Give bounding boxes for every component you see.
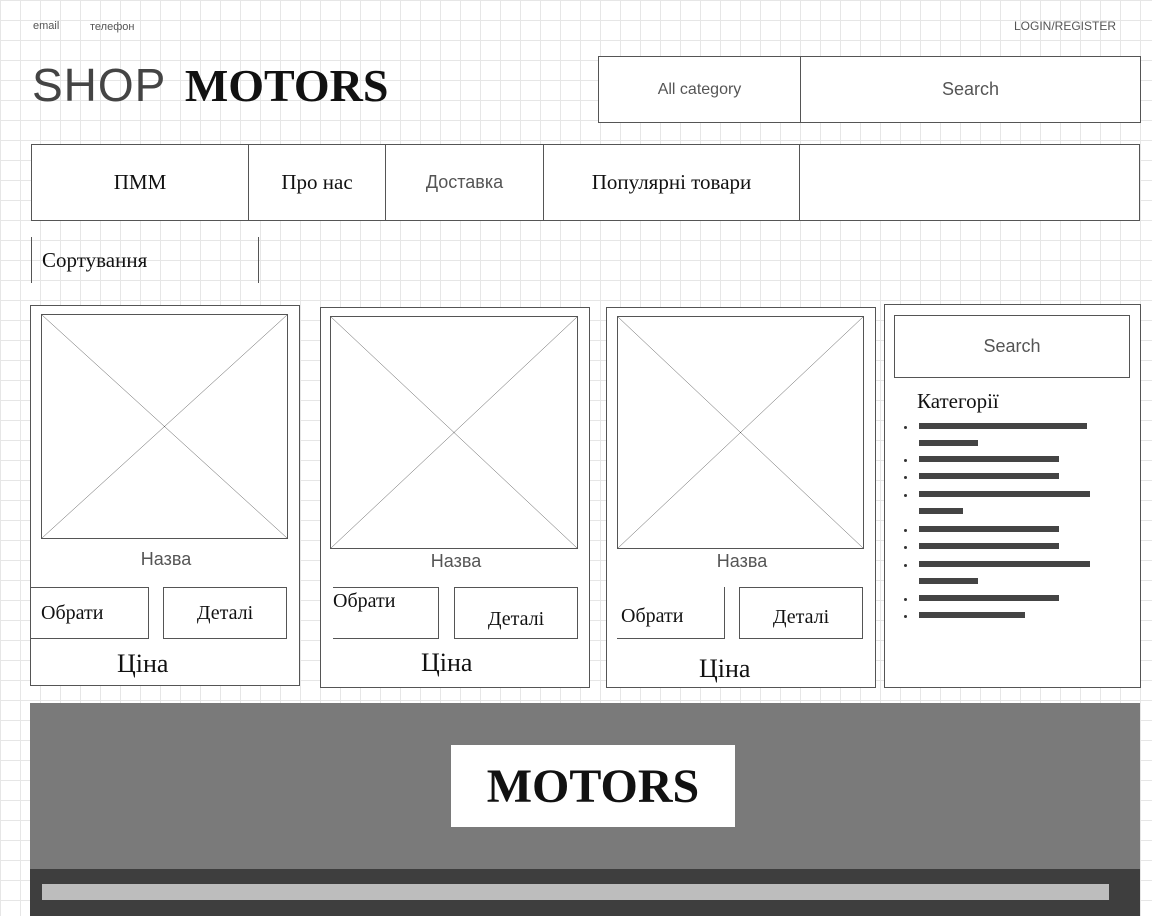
main-nav: ПММ Про нас Доставка Популярні товари [31,144,1140,221]
category-select[interactable]: All category [598,56,801,123]
product-price: Ціна [699,654,751,683]
email-link[interactable]: email [33,20,59,32]
sort-dropdown[interactable]: Сортування [31,237,259,283]
product-card: Назва Обрати Деталі Ціна [30,305,300,686]
logo[interactable]: SHOP MOTORS [32,58,388,112]
list-bullet [904,476,907,479]
product-card: Назва Обрати Деталі Ціна [606,307,876,688]
details-button[interactable]: Деталі [739,587,863,639]
category-item[interactable] [919,440,978,446]
category-item[interactable] [919,526,1059,532]
list-bullet [904,529,907,532]
list-bullet [904,459,907,462]
nav-item-popular[interactable]: Популярні товари [544,145,800,220]
list-bullet [904,426,907,429]
list-bullet [904,598,907,601]
product-name: Назва [140,549,192,569]
details-button[interactable]: Деталі [454,587,578,639]
header-search-input[interactable]: Search [800,56,1141,123]
product-price: Ціна [117,649,169,678]
list-bullet [904,546,907,549]
category-item[interactable] [919,543,1059,549]
select-button[interactable]: Обрати [31,587,149,639]
category-item[interactable] [919,578,978,584]
list-bullet [904,564,907,567]
product-name: Назва [716,551,768,571]
product-price: Ціна [421,648,473,677]
select-button[interactable]: Обрати [333,587,439,639]
phone-link[interactable]: телефон [90,21,134,33]
list-bullet [904,494,907,497]
category-item[interactable] [919,491,1090,497]
sidebar-search-input[interactable]: Search [894,315,1130,378]
details-button[interactable]: Деталі [163,587,287,639]
category-item[interactable] [919,423,1087,429]
product-name: Назва [430,551,482,571]
category-item[interactable] [919,595,1059,601]
footer-brand: MOTORS [451,745,735,827]
product-card: Назва Обрати Деталі Ціна [320,307,590,688]
nav-item-pmm[interactable]: ПММ [32,145,249,220]
category-item[interactable] [919,473,1059,479]
nav-item-about[interactable]: Про нас [249,145,386,220]
logo-motors-text: MOTORS [184,60,389,111]
product-image-placeholder [617,316,864,549]
footer-bottom-bar [30,869,1140,916]
product-image-placeholder [330,316,578,549]
category-item[interactable] [919,561,1090,567]
category-item[interactable] [919,456,1059,462]
select-button[interactable]: Обрати [617,587,725,639]
category-item[interactable] [919,508,963,514]
categories-title: Категорії [917,389,999,413]
list-bullet [904,615,907,618]
category-item[interactable] [919,612,1025,618]
login-register-link[interactable]: LOGIN/REGISTER [1014,19,1116,33]
logo-shop-text: SHOP [32,59,167,111]
sidebar: Search Категорії [884,304,1141,688]
footer-line [42,884,1109,900]
footer: MOTORS [30,703,1140,869]
nav-item-delivery[interactable]: Доставка [386,145,544,220]
product-image-placeholder [41,314,288,539]
